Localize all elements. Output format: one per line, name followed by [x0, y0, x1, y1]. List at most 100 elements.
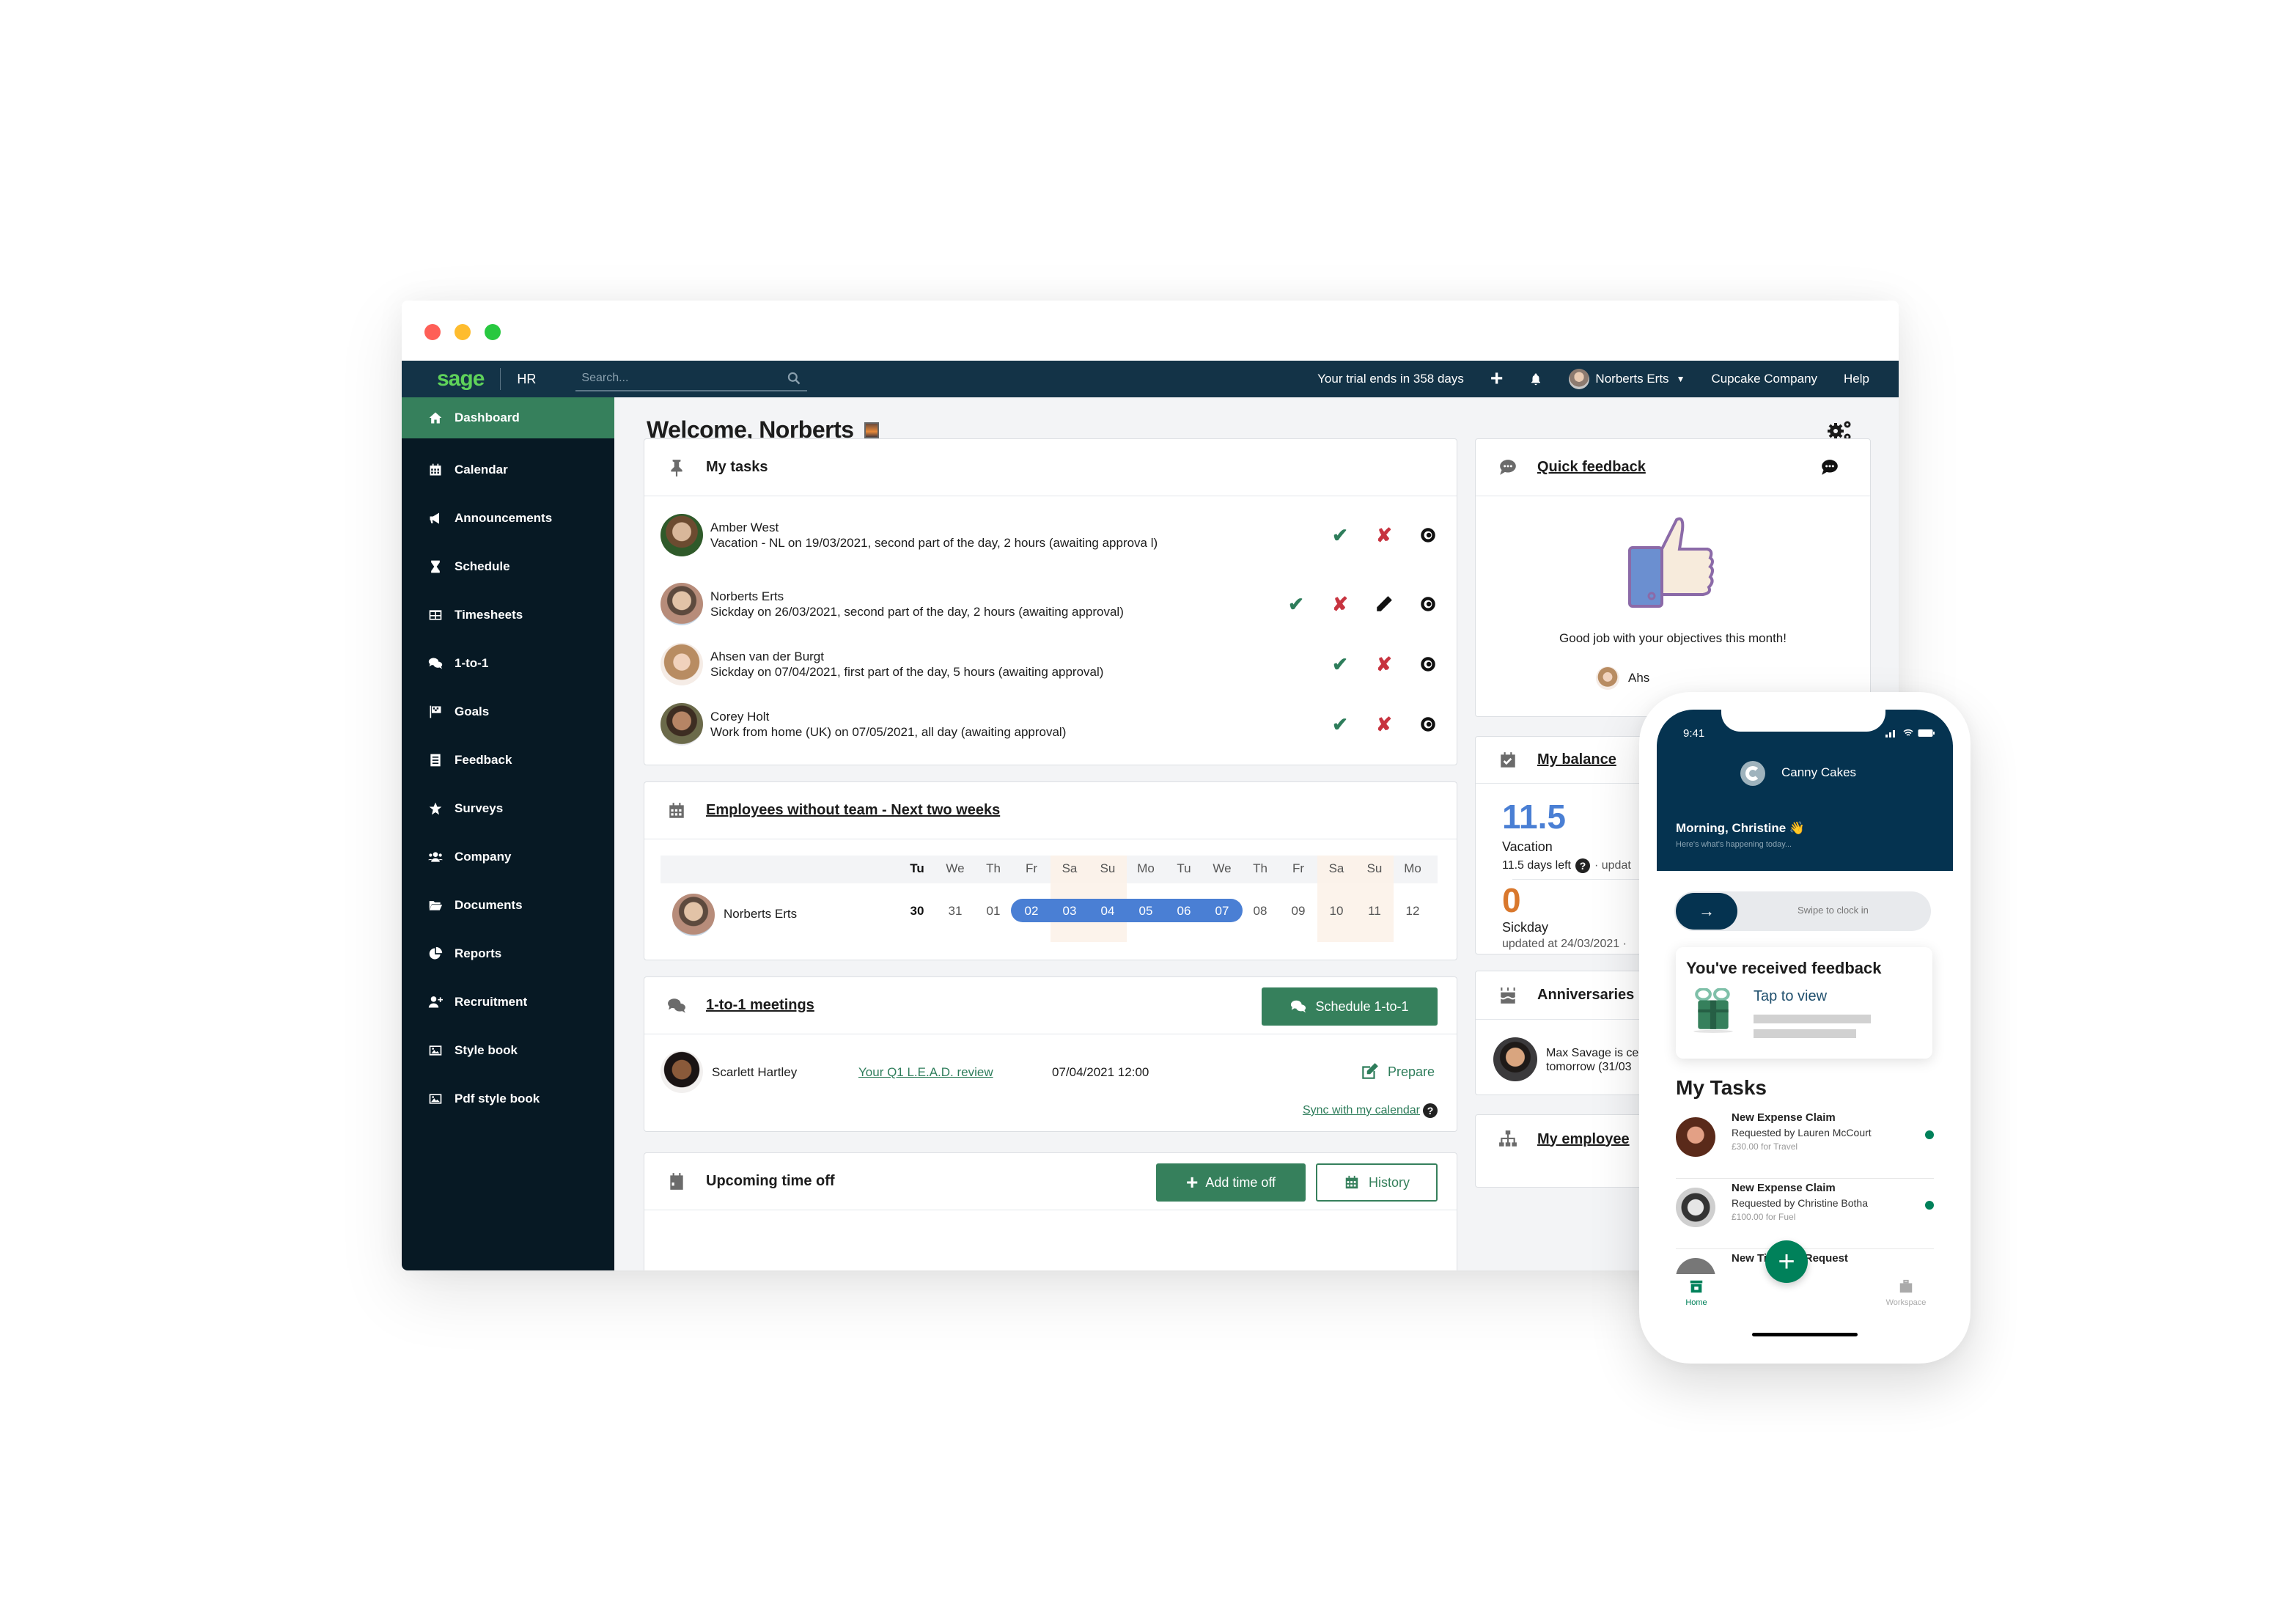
sidebar-item-1-to-1[interactable]: 1-to-1 [402, 639, 614, 688]
date-cell[interactable]: 01 [974, 904, 1012, 919]
view-eye-icon[interactable] [1419, 595, 1438, 614]
date-cell[interactable]: 06 [1165, 904, 1203, 919]
company-switcher[interactable]: Cupcake Company [1711, 372, 1817, 386]
help-link[interactable]: Help [1844, 372, 1869, 386]
card-title-link[interactable]: 1-to-1 meetings [706, 997, 814, 1014]
phone-task-title: New Expense Claim [1732, 1182, 1836, 1194]
employees-without-team-card: Employees without team - Next two weeks … [644, 781, 1457, 960]
card-title-link[interactable]: Employees without team - Next two weeks [706, 802, 1000, 819]
add-time-off-button[interactable]: + Add time off [1156, 1163, 1306, 1202]
sidebar-item-pdf-style-book[interactable]: Pdf style book [402, 1075, 614, 1123]
sickday-detail: updated at 24/03/2021 · [1502, 938, 1627, 950]
calendar-day-icon [666, 1171, 687, 1192]
help-question-icon[interactable]: ? [1423, 1103, 1438, 1118]
thumbs-up-illustration [1628, 517, 1714, 608]
sidebar-item-feedback[interactable]: Feedback [402, 736, 614, 784]
swipe-to-clock-in-slider[interactable]: → Swipe to clock in [1674, 891, 1931, 931]
date-cell[interactable]: 10 [1317, 904, 1355, 919]
date-cell[interactable]: 04 [1089, 904, 1127, 919]
arrow-right-icon[interactable]: → [1676, 893, 1737, 930]
minimize-window-button[interactable] [455, 324, 471, 340]
date-cell[interactable]: 30 [898, 904, 936, 919]
sitemap-icon [1498, 1129, 1518, 1149]
sidebar-item-dashboard[interactable]: Dashboard [402, 397, 614, 438]
date-cell[interactable]: 11 [1355, 904, 1394, 919]
approve-check-icon[interactable]: ✔ [1331, 653, 1350, 675]
history-button[interactable]: History [1316, 1163, 1438, 1202]
sidebar-item-timesheets[interactable]: Timesheets [402, 591, 614, 639]
reject-x-icon[interactable]: ✘ [1375, 524, 1394, 546]
date-cell[interactable]: 09 [1279, 904, 1317, 919]
search-icon[interactable] [787, 371, 801, 386]
sidebar-item-label: Feedback [455, 753, 512, 767]
date-cell[interactable]: 08 [1241, 904, 1279, 919]
vacation-balance-value: 11.5 [1502, 798, 1566, 836]
sidebar-item-surveys[interactable]: Surveys [402, 784, 614, 833]
sidebar-item-label: Pdf style book [455, 1092, 540, 1105]
add-icon[interactable]: + [1490, 367, 1504, 391]
approve-check-icon[interactable]: ✔ [1331, 524, 1350, 546]
sidebar-item-company[interactable]: Company [402, 833, 614, 881]
button-label: Schedule 1-to-1 [1315, 998, 1409, 1014]
reject-x-icon[interactable]: ✘ [1375, 713, 1394, 735]
tap-to-view-link[interactable]: Tap to view [1754, 988, 1827, 1005]
anniversary-line: tomorrow (31/03 [1546, 1061, 1632, 1073]
card-title-link[interactable]: My employee [1537, 1131, 1630, 1148]
meeting-topic-link[interactable]: Your Q1 L.E.A.D. review [858, 1065, 993, 1080]
sidebar-item-style-book[interactable]: Style book [402, 1026, 614, 1075]
search-input[interactable]: Search... [575, 367, 808, 391]
phone-task-requester: Requested by Christine Botha [1732, 1197, 1868, 1209]
help-question-icon[interactable]: ? [1575, 858, 1590, 873]
new-feedback-comment-icon[interactable] [1820, 458, 1839, 477]
sync-calendar-link[interactable]: Sync with my calendar ? [1303, 1103, 1438, 1118]
date-cell[interactable]: 03 [1051, 904, 1089, 919]
feedback-notification-card[interactable]: You've received feedback Tap to view [1676, 947, 1932, 1059]
sidebar-item-recruitment[interactable]: Recruitment [402, 978, 614, 1026]
tab-home[interactable]: Home [1674, 1279, 1718, 1307]
maximize-window-button[interactable] [485, 324, 501, 340]
date-cell[interactable]: 31 [936, 904, 974, 919]
feedback-author: Ahs [1596, 666, 1649, 690]
prepare-button[interactable]: Prepare [1360, 1062, 1435, 1081]
wifi-icon [1903, 729, 1913, 736]
close-window-button[interactable] [424, 324, 441, 340]
sidebar-item-documents[interactable]: Documents [402, 881, 614, 930]
add-fab-button[interactable]: + [1765, 1240, 1808, 1283]
sidebar-item-goals[interactable]: Goals [402, 688, 614, 736]
task-detail: Sickday on 07/04/2021, first part of the… [710, 665, 1104, 679]
store-icon [1690, 1280, 1703, 1293]
date-cell[interactable]: 02 [1012, 904, 1051, 919]
avatar [672, 894, 715, 936]
user-menu[interactable]: Norberts Erts ▼ [1569, 369, 1685, 389]
schedule-1-to-1-button[interactable]: Schedule 1-to-1 [1262, 987, 1438, 1026]
sidebar-item-schedule[interactable]: Schedule [402, 542, 614, 591]
card-title-link[interactable]: My balance [1537, 751, 1616, 768]
reject-x-icon[interactable]: ✘ [1375, 653, 1394, 675]
phone-task-row[interactable]: New Expense Claim Requested by Lauren McC… [1676, 1108, 1934, 1179]
sidebar-item-reports[interactable]: Reports [402, 930, 614, 978]
notifications-bell-icon[interactable] [1529, 372, 1542, 386]
tab-workspace[interactable]: Workspace [1877, 1279, 1935, 1307]
avatar [661, 514, 703, 556]
star-icon [427, 801, 444, 817]
card-title-link[interactable]: Quick feedback [1537, 459, 1646, 476]
view-eye-icon[interactable] [1419, 526, 1438, 545]
reject-x-icon[interactable]: ✘ [1331, 593, 1350, 615]
prepare-label: Prepare [1387, 1064, 1435, 1079]
approve-check-icon[interactable]: ✔ [1331, 713, 1350, 735]
window-chrome [402, 301, 1899, 361]
approve-check-icon[interactable]: ✔ [1287, 593, 1306, 615]
view-eye-icon[interactable] [1419, 715, 1438, 734]
comment-dots-icon [1498, 457, 1518, 478]
sage-logo[interactable]: sage [437, 367, 485, 391]
sidebar-item-calendar[interactable]: Calendar [402, 446, 614, 494]
phone-task-row[interactable]: New Expense Claim Requested by Christine … [1676, 1179, 1934, 1249]
date-cell[interactable]: 12 [1394, 904, 1432, 919]
edit-pencil-icon[interactable] [1375, 595, 1394, 614]
date-cell[interactable]: 07 [1203, 904, 1241, 919]
view-eye-icon[interactable] [1419, 655, 1438, 674]
phone-task-amount: £100.00 for Fuel [1732, 1212, 1796, 1222]
sidebar-item-announcements[interactable]: Announcements [402, 494, 614, 542]
sidebar-item-label: Dashboard [455, 411, 520, 424]
date-cell[interactable]: 05 [1127, 904, 1165, 919]
